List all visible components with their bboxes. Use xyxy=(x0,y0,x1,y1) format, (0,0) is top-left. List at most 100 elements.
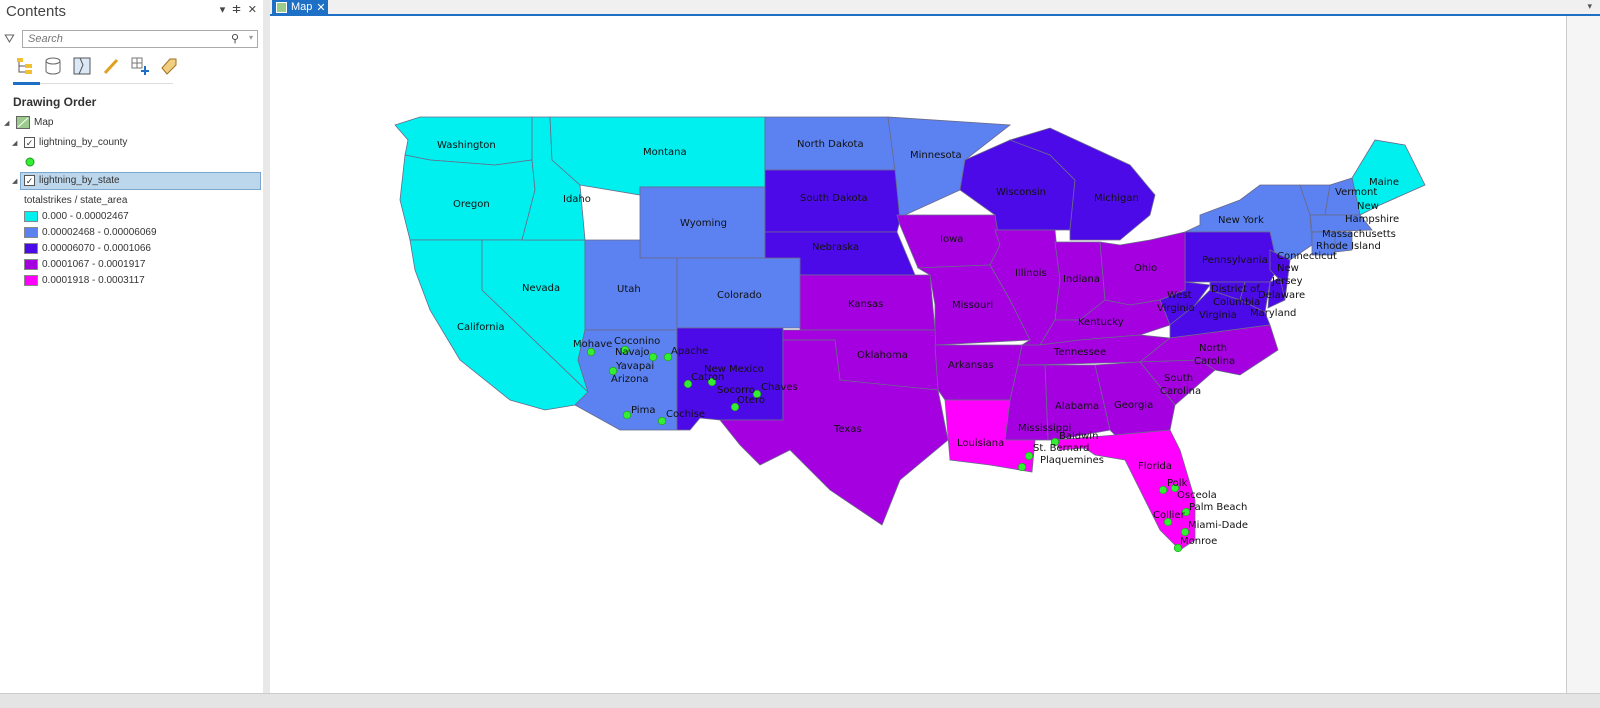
legend-class: 0.00002468 - 0.00006069 xyxy=(24,227,157,238)
layer-lightning-by-state[interactable]: ◢ ✓ lightning_by_state xyxy=(12,175,120,186)
expand-triangle-icon[interactable]: ◢ xyxy=(12,139,20,147)
list-by-snapping-icon[interactable] xyxy=(130,56,150,76)
state-label-south-carolina: South xyxy=(1164,373,1193,384)
state-label-new-hampshire: Hampshire xyxy=(1345,214,1399,225)
county-label-palm-beach: Palm Beach xyxy=(1189,502,1247,513)
map-item[interactable]: ◢ Map xyxy=(4,116,53,129)
status-bar xyxy=(0,693,1600,708)
county-label-coconino: Coconino xyxy=(614,336,660,347)
state-label-connecticut: Connecticut xyxy=(1277,251,1337,262)
state-label-ohio: Ohio xyxy=(1134,263,1157,274)
tab-map-label: Map xyxy=(291,1,313,13)
state-label-south-dakota: South Dakota xyxy=(800,193,868,204)
field-label: totalstrikes / state_area xyxy=(24,195,128,206)
list-by-editing-icon[interactable] xyxy=(101,56,121,76)
legend-field-label: totalstrikes / state_area xyxy=(24,195,127,206)
county-label-baldwin: Baldwin xyxy=(1059,431,1098,442)
map-icon xyxy=(276,1,287,13)
state-label-north-carolina: North xyxy=(1199,343,1227,354)
state-label-indiana: Indiana xyxy=(1063,274,1100,285)
county-label-catron: Catron xyxy=(691,372,724,383)
tab-map[interactable]: Map ✕ xyxy=(272,0,328,14)
state-label-idaho: Idaho xyxy=(563,194,591,205)
county-point-polk[interactable] xyxy=(1158,485,1168,495)
layer-label: lightning_by_state xyxy=(39,175,120,186)
state-arkansas[interactable] xyxy=(934,344,1023,401)
map-edge-panel xyxy=(1566,16,1600,693)
legend-swatch xyxy=(24,275,38,286)
state-label-florida: Florida xyxy=(1138,461,1172,472)
state-label-tennessee: Tennessee xyxy=(1053,347,1106,358)
county-label-collier: Collier xyxy=(1153,510,1186,521)
layer-lightning-by-county[interactable]: ◢ ✓ lightning_by_county xyxy=(12,137,127,148)
map-item-label: Map xyxy=(34,117,54,128)
state-label-iowa: Iowa xyxy=(940,234,963,245)
list-by-source-icon[interactable] xyxy=(43,56,63,76)
county-label-miami-dade: Miami-Dade xyxy=(1188,520,1248,531)
close-pane-icon[interactable]: ✕ xyxy=(248,3,257,16)
state-label-nevada: Nevada xyxy=(522,283,560,294)
filter-icon[interactable]: ⛛ xyxy=(4,31,15,47)
layer-visibility-checkbox[interactable]: ✓ xyxy=(24,137,35,148)
list-by-selection-icon[interactable] xyxy=(72,56,92,76)
state-label-washington: Washington xyxy=(437,140,496,151)
state-label-nebraska: Nebraska xyxy=(812,242,859,253)
state-label-illinois: Illinois xyxy=(1015,268,1047,279)
county-label-mohave: Mohave xyxy=(573,339,612,350)
drawing-order-heading: Drawing Order xyxy=(13,95,97,109)
map-icon xyxy=(16,116,30,129)
state-label-pennsylvania: Pennsylvania xyxy=(1202,255,1268,266)
county-label-pima: Pima xyxy=(631,405,655,416)
county-point-cochise[interactable] xyxy=(657,416,667,426)
list-by-labeling-icon[interactable] xyxy=(159,56,179,76)
expand-triangle-icon[interactable]: ◢ xyxy=(4,119,12,127)
state-label-utah: Utah xyxy=(617,284,641,295)
pin-icon[interactable]: ⵐ xyxy=(232,3,241,16)
county-label-monroe: Monroe xyxy=(1180,536,1217,547)
state-label-kentucky: Kentucky xyxy=(1078,317,1124,328)
state-label-louisiana: Louisiana xyxy=(957,438,1004,449)
state-label-west-virginia: Virginia xyxy=(1157,303,1195,314)
pane-options-icon[interactable]: ▾ xyxy=(220,3,226,16)
close-tab-icon[interactable]: ✕ xyxy=(316,1,325,14)
legend-swatch xyxy=(24,227,38,238)
layer-visibility-checkbox[interactable]: ✓ xyxy=(24,175,35,186)
legend-class: 0.0001067 - 0.0001917 xyxy=(24,259,145,270)
state-oregon[interactable] xyxy=(399,154,536,241)
state-label-massachusetts: Massachusetts xyxy=(1322,229,1396,240)
state-label-maryland: Maryland xyxy=(1250,308,1296,319)
active-tool-indicator xyxy=(13,82,40,85)
expand-triangle-icon[interactable]: ◢ xyxy=(12,177,20,185)
state-label-wyoming: Wyoming xyxy=(680,218,727,229)
legend-label: 0.0001067 - 0.0001917 xyxy=(42,259,146,270)
search-icon[interactable]: ⚲ xyxy=(231,32,239,45)
county-point-pima[interactable] xyxy=(622,410,632,420)
search-box[interactable]: ⚲ ▾ xyxy=(22,30,258,48)
state-label-missouri: Missouri xyxy=(952,300,993,311)
state-label-virginia: Virginia xyxy=(1199,310,1237,321)
state-label-wisconsin: Wisconsin xyxy=(996,187,1046,198)
county-label-chaves: Chaves xyxy=(761,382,798,393)
tab-list-dropdown-icon[interactable]: ▾ xyxy=(1587,1,1592,12)
county-point-st-bernard[interactable] xyxy=(1024,451,1034,461)
state-label-minnesota: Minnesota xyxy=(910,150,962,161)
state-label-california: California xyxy=(457,322,505,333)
list-by-drawing-order-icon[interactable] xyxy=(14,56,34,76)
county-label-st-bernard: St. Bernard xyxy=(1033,443,1089,454)
legend-class: 0.0001918 - 0.0003117 xyxy=(24,275,145,286)
search-dropdown-icon[interactable]: ▾ xyxy=(249,33,253,42)
map-canvas[interactable]: Washington Oregon California Nevada Idaho Mon… xyxy=(270,16,1566,693)
state-label-new-jersey: Jersey xyxy=(1271,276,1303,287)
state-label-district-of-columbia: District of xyxy=(1211,284,1260,295)
state-label-kansas: Kansas xyxy=(848,299,883,310)
county-point-navajo[interactable] xyxy=(648,352,658,362)
state-label-alabama: Alabama xyxy=(1055,401,1099,412)
county-label-apache: Apache xyxy=(671,346,708,357)
state-label-south-carolina: Carolina xyxy=(1160,386,1201,397)
view-tab-bar: Map ✕ ▾ xyxy=(270,0,1600,16)
county-point-plaquemines[interactable] xyxy=(1017,462,1027,472)
legend-class: 0.00006070 - 0.0001066 xyxy=(24,243,151,254)
pane-splitter[interactable] xyxy=(263,0,270,693)
search-input[interactable] xyxy=(23,31,223,47)
map-view[interactable]: Washington Oregon California Nevada Idaho Mon… xyxy=(270,16,1566,693)
